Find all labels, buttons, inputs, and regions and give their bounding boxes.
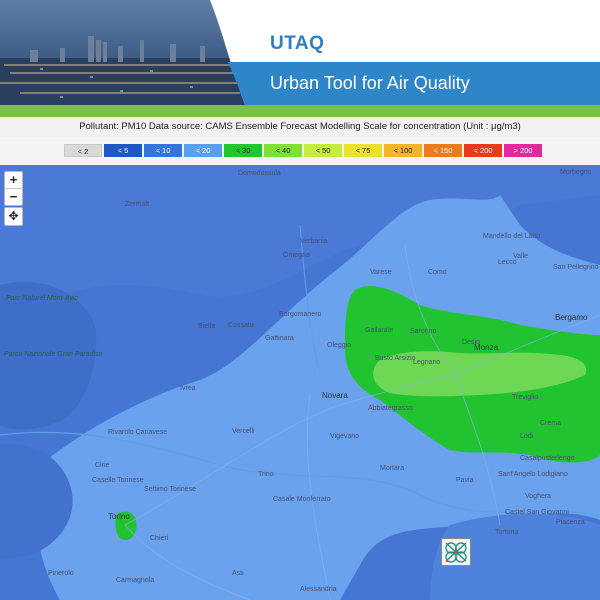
map-place-label: Valle xyxy=(513,253,529,260)
map-place-label: Mandello del Lario xyxy=(483,233,541,240)
map-place-label: Parco Nazionale Gran Paradiso xyxy=(4,351,103,358)
map-place-label: Chieri xyxy=(150,535,169,542)
map-place-label: Domodossola xyxy=(238,170,281,177)
map-place-label: Trino xyxy=(258,471,274,478)
legend-item: < 100 xyxy=(384,144,422,157)
map-place-label: Torino xyxy=(108,512,130,521)
legend-item: < 40 xyxy=(264,144,302,157)
map-place-label: Cossato xyxy=(228,322,254,329)
map-place-label: Pavia xyxy=(456,477,474,484)
map-place-label: Carmagnola xyxy=(116,577,155,584)
map-place-label: Varese xyxy=(370,269,392,276)
map-place-label: Como xyxy=(428,269,447,276)
legend-item: < 30 xyxy=(224,144,262,157)
map-place-label: Casale Monferrato xyxy=(273,496,331,503)
app-title: Urban Tool for Air Quality xyxy=(270,73,470,93)
map-place-label: Alessandria xyxy=(300,586,337,593)
map-place-label: Asti xyxy=(232,570,244,577)
concentration-legend: < 2 < 5 < 10 < 20 < 30 < 40 < 50 < 75 < 100 < 150… xyxy=(64,144,544,157)
legend-item: < 5 xyxy=(104,144,142,157)
map-place-label: Crema xyxy=(540,420,562,427)
map-place-label: Borgomanero xyxy=(279,311,322,318)
pollution-pattern-icon xyxy=(445,542,467,563)
city-station-marker[interactable] xyxy=(441,538,471,566)
legend-item: < 150 xyxy=(424,144,462,157)
map-place-label: Legnano xyxy=(413,359,441,366)
map-place-label: Parc Naturel Mont-Avic xyxy=(6,295,78,302)
zoom-out-button[interactable]: − xyxy=(5,188,22,205)
map-place-label: Novara xyxy=(322,391,348,400)
legend-item: > 200 xyxy=(504,144,542,157)
map-place-label: Caselle Torinese xyxy=(92,477,144,484)
map-place-label: Vercelli xyxy=(232,428,255,435)
map-place-label: Omegna xyxy=(283,252,310,259)
header-accent-line xyxy=(0,105,600,117)
header: UTAQ Urban Tool for Air Quality xyxy=(0,0,600,105)
map-place-label: Cirie xyxy=(95,462,110,469)
map-place-label: Rivarolo Canavese xyxy=(108,429,168,436)
map-view[interactable]: Domodossola Zermatt Verbania Omegna Varese Co… xyxy=(0,165,600,600)
map-place-label: Pinerolo xyxy=(48,570,74,577)
map-place-label: Voghera xyxy=(525,493,552,500)
map-place-label: Sant'Angelo Lodigiano xyxy=(498,471,568,478)
legend-item: < 20 xyxy=(184,144,222,157)
map-place-label: Vigevano xyxy=(330,433,360,440)
pollutant-info-text: Pollutant: PM10 Data source: CAMS Ensemb… xyxy=(0,117,600,137)
map-place-label: Morbegno xyxy=(560,169,592,176)
legend-item: < 75 xyxy=(344,144,382,157)
map-place-label: Saronno xyxy=(410,328,437,335)
map-place-label: San Pellegrino Terme xyxy=(553,264,600,271)
map-place-label: Ivrea xyxy=(180,385,196,392)
zoom-control: + − xyxy=(4,171,23,206)
map-place-label: Abbiategrasso xyxy=(368,405,413,412)
map-place-label: Settimo Torinese xyxy=(144,486,197,493)
map-place-label: Tortona xyxy=(495,529,519,536)
map-place-label: Gattinara xyxy=(265,335,294,342)
map-place-label: Biella xyxy=(198,323,216,330)
map-place-label: Bergamo xyxy=(555,313,588,322)
legend-item: < 200 xyxy=(464,144,502,157)
map-place-label: Busto Arsizio xyxy=(375,355,416,362)
app-abbreviation: UTAQ xyxy=(270,33,325,54)
map-place-label: Treviglio xyxy=(512,394,539,401)
legend-item: < 10 xyxy=(144,144,182,157)
legend-item: < 2 xyxy=(64,144,102,157)
map-place-label: Verbania xyxy=(300,238,328,245)
map-place-label: Piacenza xyxy=(556,519,585,526)
map-place-label: Gallarate xyxy=(365,327,394,334)
map-place-label: Lodi xyxy=(520,433,534,440)
map-place-label: Lecco xyxy=(498,259,517,266)
legend-item: < 50 xyxy=(304,144,342,157)
map-place-label: Desio xyxy=(462,339,480,346)
zoom-in-button[interactable]: + xyxy=(5,172,22,188)
map-place-label: Oleggio xyxy=(327,342,352,349)
map-place-label: Mortara xyxy=(380,465,405,472)
map-place-label: Zermatt xyxy=(125,201,150,208)
map-place-label: Casalpusterlengo xyxy=(520,455,575,462)
pan-move-icon[interactable]: ✥ xyxy=(4,207,23,226)
map-place-label: Castel San Giovanni xyxy=(505,509,569,516)
